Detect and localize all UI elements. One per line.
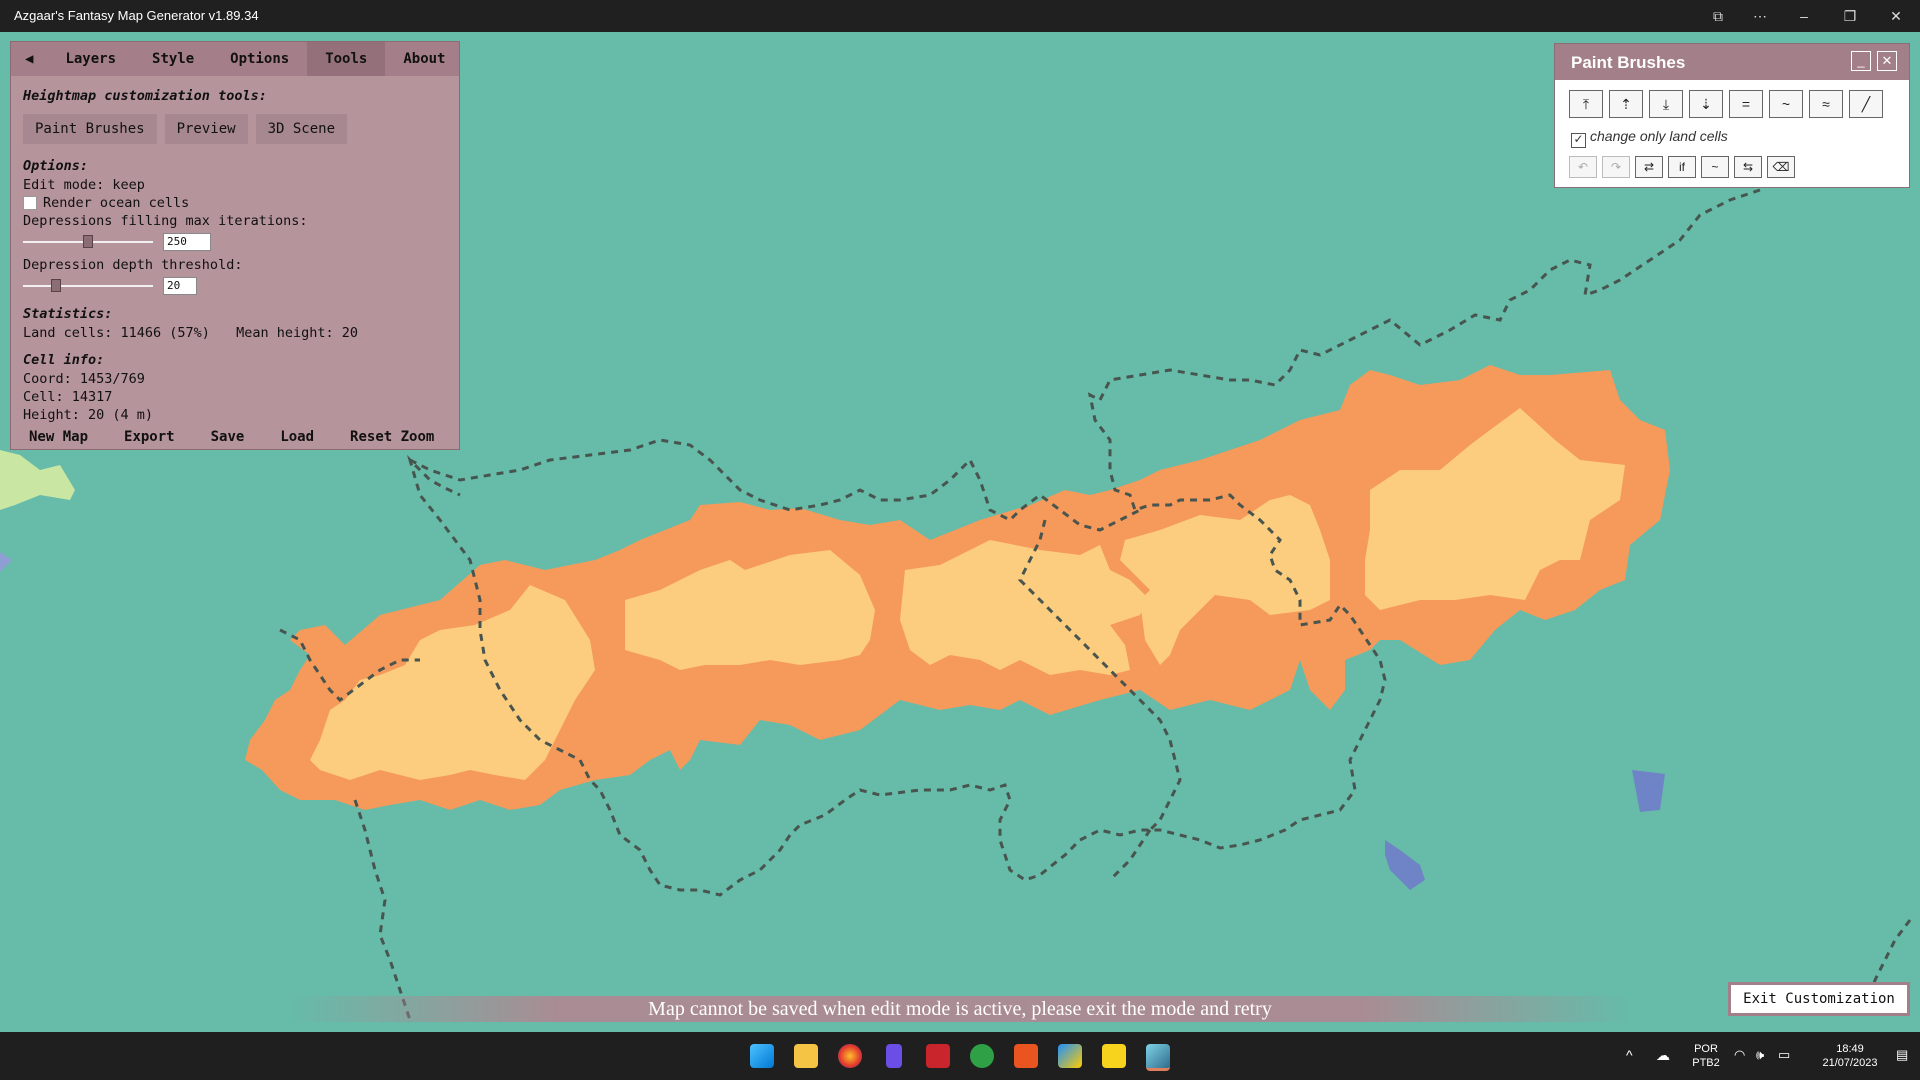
chevron-up-icon[interactable]: ^ xyxy=(1626,1048,1633,1062)
language-code: POR xyxy=(1694,1043,1718,1055)
sticky-notes-icon[interactable] xyxy=(1102,1044,1126,1068)
depressions-iterations-slider-handle[interactable] xyxy=(83,235,93,248)
keyboard-layout: PTB2 xyxy=(1692,1057,1720,1069)
preview-button[interactable]: Preview xyxy=(164,114,248,144)
tab-layers[interactable]: Layers xyxy=(47,42,134,76)
window-title: Azgaar's Fantasy Map Generator v1.89.34 xyxy=(14,8,259,23)
clock-time: 18:49 xyxy=(1836,1043,1864,1055)
statistics-title: Statistics: xyxy=(23,306,113,322)
depress-icon[interactable]: ⇣ xyxy=(1689,90,1723,118)
status-tooltip: Map cannot be saved when edit mode is ac… xyxy=(290,996,1630,1022)
app-multicolor-icon[interactable] xyxy=(1058,1044,1082,1068)
ubuntu-icon[interactable] xyxy=(1014,1044,1038,1068)
battery-icon[interactable]: ▭ xyxy=(1778,1048,1790,1062)
depression-depth-input[interactable]: 20 xyxy=(163,277,197,295)
coord-info: Coord: 1453/769 xyxy=(23,371,145,387)
rescale-icon[interactable]: ⇄ xyxy=(1635,156,1663,178)
depressions-iterations-label: Depressions filling max iterations: xyxy=(23,213,308,229)
input-language[interactable]: POR PTB2 xyxy=(1690,1042,1722,1070)
smooth-icon[interactable]: ~ xyxy=(1769,90,1803,118)
tab-about[interactable]: About xyxy=(385,42,463,76)
taskbar: ^ ☁ POR PTB2 ◠ 🕪 ▭ 18:49 21/07/2023 ▤ xyxy=(0,1032,1920,1080)
elevate-icon[interactable]: ⇡ xyxy=(1609,90,1643,118)
clock-date: 21/07/2023 xyxy=(1822,1057,1878,1069)
wifi-icon[interactable]: ◠ xyxy=(1734,1048,1745,1062)
window-titlebar: Azgaar's Fantasy Map Generator v1.89.34 … xyxy=(0,0,1920,32)
close-dialog-icon[interactable]: ✕ xyxy=(1877,51,1897,71)
conditional-icon[interactable]: if xyxy=(1668,156,1696,178)
fantasy-map-generator-icon[interactable] xyxy=(1146,1044,1170,1071)
raise-icon[interactable]: ⤒ xyxy=(1569,90,1603,118)
3d-scene-button[interactable]: 3D Scene xyxy=(255,114,348,144)
notifications-icon[interactable]: ▤ xyxy=(1896,1048,1908,1062)
undo-icon[interactable]: ↶ xyxy=(1569,156,1597,178)
file-explorer-icon[interactable] xyxy=(794,1044,818,1068)
minimize-dialog-icon[interactable]: _ xyxy=(1851,51,1871,71)
paint-brushes-button[interactable]: Paint Brushes xyxy=(23,114,157,144)
depression-depth-slider[interactable] xyxy=(23,285,153,287)
land-cells-stat: Land cells: 11466 (57%) xyxy=(23,325,210,341)
start-icon[interactable] xyxy=(750,1044,774,1068)
paint-brushes-dialog: Paint Brushes _ ✕ ⤒ ⇡ ⤓ ⇣ = ~ ≈ ╱ ✓ chang… xyxy=(1554,43,1910,188)
change-only-land-checkbox[interactable]: ✓ xyxy=(1571,133,1586,148)
save-button[interactable]: Save xyxy=(193,427,263,447)
exit-customization-button[interactable]: Exit Customization xyxy=(1728,982,1910,1016)
brush-tools: ↶ ↷ ⇄ if ~ ⇆ ⌫ xyxy=(1569,156,1795,178)
cast-icon[interactable]: ⧉ xyxy=(1706,5,1730,27)
load-button[interactable]: Load xyxy=(262,427,332,447)
reset-zoom-button[interactable]: Reset Zoom xyxy=(332,427,452,447)
render-ocean-checkbox[interactable] xyxy=(23,196,37,210)
tab-tools[interactable]: Tools xyxy=(307,42,386,76)
lower-icon[interactable]: ⤓ xyxy=(1649,90,1683,118)
clock[interactable]: 18:49 21/07/2023 xyxy=(1810,1042,1890,1070)
dialog-header[interactable]: Paint Brushes _ ✕ xyxy=(1555,44,1909,80)
tab-options[interactable]: Options xyxy=(212,42,307,76)
options-title: Options: xyxy=(23,158,89,174)
tab-style[interactable]: Style xyxy=(134,42,212,76)
mean-height-stat: Mean height: 20 xyxy=(236,325,358,341)
export-button[interactable]: Export xyxy=(106,427,193,447)
smooth-all-icon[interactable]: ~ xyxy=(1701,156,1729,178)
cell-info-title: Cell info: xyxy=(23,352,105,368)
app-red-icon[interactable] xyxy=(926,1044,950,1068)
cell-info: Cell: 14317 xyxy=(23,389,113,405)
minimize-icon[interactable]: – xyxy=(1792,5,1816,27)
restore-icon[interactable]: ❐ xyxy=(1838,5,1862,27)
tools-panel: ◀ Layers Style Options Tools About Heigh… xyxy=(10,41,460,450)
brush-buttons: ⤒ ⇡ ⤓ ⇣ = ~ ≈ ╱ xyxy=(1569,90,1883,118)
line-icon[interactable]: ╱ xyxy=(1849,90,1883,118)
firefox-icon[interactable] xyxy=(838,1044,862,1068)
depression-depth-label: Depression depth threshold: xyxy=(23,257,243,273)
cloud-icon[interactable]: ☁ xyxy=(1656,1048,1670,1062)
render-ocean-label: Render ocean cells xyxy=(43,195,190,211)
depressions-iterations-input[interactable]: 250 xyxy=(163,233,211,251)
new-map-button[interactable]: New Map xyxy=(11,427,106,447)
edit-mode-label: Edit mode: keep xyxy=(23,177,145,193)
close-icon[interactable]: ✕ xyxy=(1884,5,1908,27)
collapse-panel-button[interactable]: ◀ xyxy=(11,42,47,76)
heightmap-tools-title: Heightmap customization tools: xyxy=(23,88,267,104)
volume-icon[interactable]: 🕪 xyxy=(1756,1048,1764,1062)
align-icon[interactable]: = xyxy=(1729,90,1763,118)
bottom-menu: New Map Export Save Load Reset Zoom xyxy=(11,427,459,447)
system-tray: ^ ☁ POR PTB2 ◠ 🕪 ▭ 18:49 21/07/2023 ▤ xyxy=(1620,1032,1920,1080)
height-info: Height: 20 (4 m) xyxy=(23,407,154,423)
dialog-title: Paint Brushes xyxy=(1571,53,1686,72)
redo-icon[interactable]: ↷ xyxy=(1602,156,1630,178)
change-only-land-label: change only land cells xyxy=(1590,128,1728,144)
depression-depth-slider-handle[interactable] xyxy=(50,279,61,292)
panel-tabs: ◀ Layers Style Options Tools About xyxy=(11,42,459,76)
obsidian-icon[interactable] xyxy=(886,1044,902,1068)
invert-icon[interactable]: ⇆ xyxy=(1734,156,1762,178)
app-green-icon[interactable] xyxy=(970,1044,994,1068)
disrupt-icon[interactable]: ≈ xyxy=(1809,90,1843,118)
more-icon[interactable]: ⋯ xyxy=(1748,5,1772,27)
change-only-land-row[interactable]: ✓ change only land cells xyxy=(1571,128,1728,148)
eraser-icon[interactable]: ⌫ xyxy=(1767,156,1795,178)
